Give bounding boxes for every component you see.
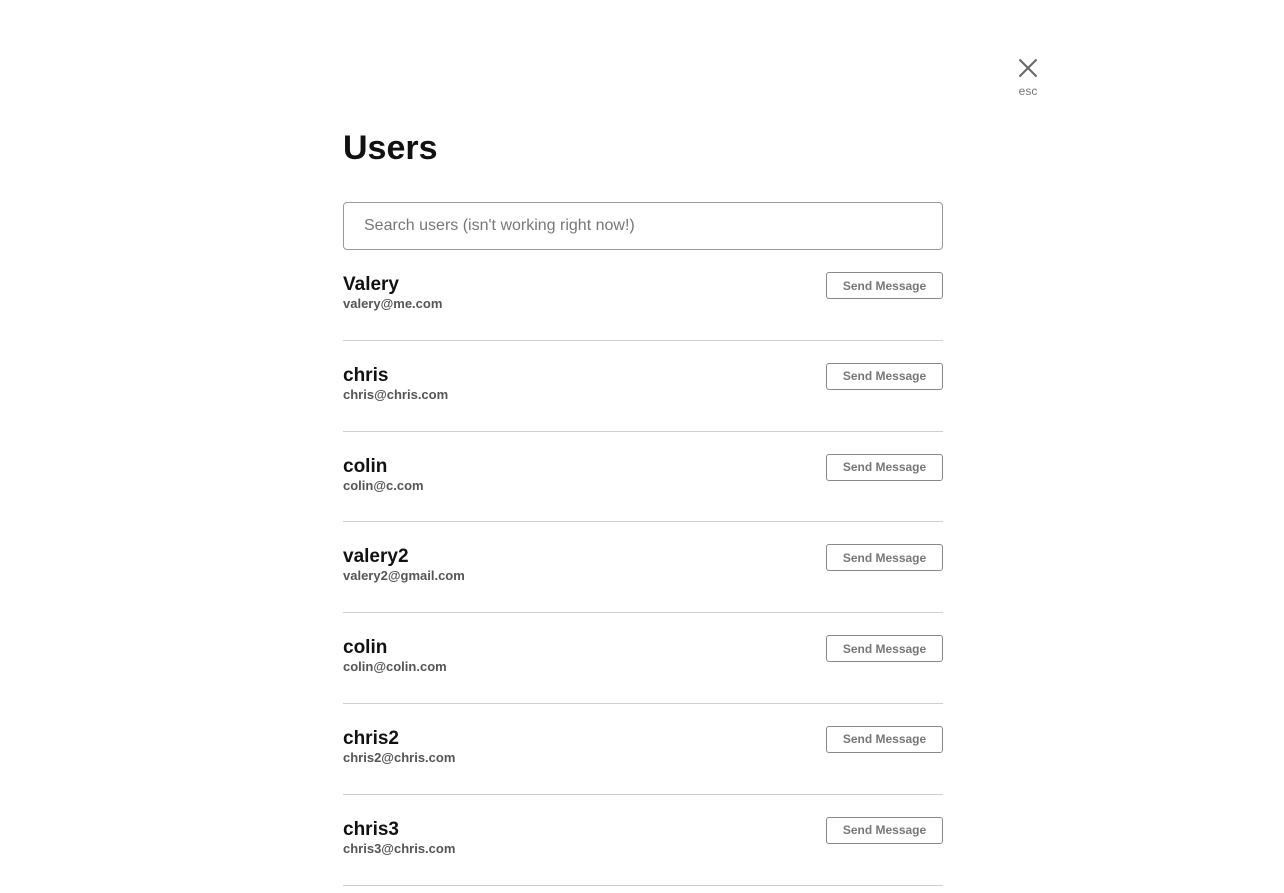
send-message-button[interactable]: Send Message: [826, 453, 943, 481]
search-input[interactable]: [343, 202, 943, 250]
user-email: chris@chris.com: [343, 386, 449, 402]
list-item: Valery valery@me.com Send Message: [343, 250, 943, 341]
send-message-button[interactable]: Send Message: [826, 635, 943, 663]
user-email: chris2@chris.com: [343, 749, 456, 765]
close-label: esc: [1018, 84, 1038, 98]
user-info: chris chris@chris.com: [343, 365, 448, 402]
user-info: Valery valery@me.com: [343, 274, 442, 311]
list-item: valery2 valery2@gmail.com Send Message: [343, 522, 943, 614]
list-item: colin colin@c.com Send Message: [343, 432, 943, 523]
list-item: chris2 chris2@chris.com Send Message: [343, 704, 943, 795]
close-button[interactable]: esc: [1008, 56, 1048, 98]
user-name: Valery: [343, 274, 399, 295]
send-message-button[interactable]: Send Message: [826, 544, 943, 572]
user-name: colin: [343, 637, 388, 659]
send-message-button[interactable]: Send Message: [826, 725, 943, 753]
send-message-button[interactable]: Send Message: [826, 362, 943, 390]
user-info: colin colin@colin.com: [343, 637, 447, 674]
user-name: colin: [343, 455, 388, 477]
user-email: valery@me.com: [343, 296, 443, 311]
list-item: colin colin@colin.com Send Message: [343, 613, 943, 704]
send-message-button[interactable]: Send Message: [826, 272, 943, 299]
user-info: valery2 valery2@gmail.com: [343, 546, 465, 583]
list-item: chris3 chris3@chris.com Send Message: [343, 795, 943, 886]
user-name: valery2: [343, 546, 409, 568]
user-name: chris2: [343, 727, 399, 749]
user-name: chris3: [343, 818, 399, 840]
user-info: chris3 chris3@chris.com: [343, 819, 455, 856]
user-email: colin@colin.com: [343, 659, 447, 675]
user-email: chris3@chris.com: [343, 840, 456, 856]
user-list: Valery valery@me.com Send Message chris …: [343, 250, 943, 886]
user-info: colin colin@c.com: [343, 456, 424, 493]
close-icon[interactable]: [1016, 56, 1040, 80]
page-title: Users: [343, 129, 438, 167]
user-email: valery2@gmail.com: [343, 568, 465, 584]
list-item: chris chris@chris.com Send Message: [343, 341, 943, 432]
user-email: colin@c.com: [343, 477, 424, 493]
user-name: chris: [343, 364, 389, 386]
user-info: chris2 chris2@chris.com: [343, 728, 455, 765]
users-panel: Users Valery valery@me.com Send Message …: [343, 126, 943, 886]
send-message-button[interactable]: Send Message: [826, 816, 943, 844]
